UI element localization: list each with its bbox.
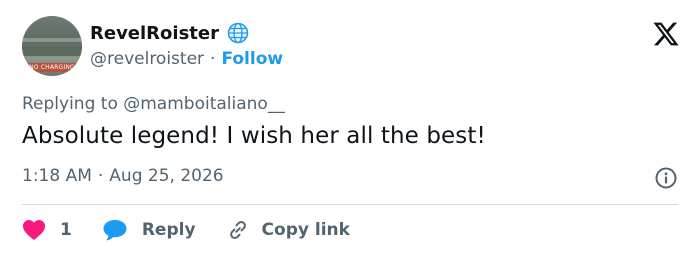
timestamp-separator: · xyxy=(97,166,104,186)
tweet-embed-card: NO CHARGING RevelRoister @revelroister ·… xyxy=(0,0,700,256)
divider xyxy=(22,204,678,205)
avatar-decor xyxy=(22,38,82,42)
author-handle[interactable]: @revelroister xyxy=(90,49,204,69)
author-handle-row: @revelroister · Follow xyxy=(90,48,283,70)
x-logo-icon[interactable] xyxy=(652,20,680,48)
link-icon xyxy=(226,218,250,242)
author-name-row: RevelRoister xyxy=(90,20,249,46)
like-count: 1 xyxy=(60,220,72,240)
handle-separator: · xyxy=(210,49,216,69)
avatar-sign: NO CHARGING xyxy=(28,63,76,72)
info-icon[interactable] xyxy=(654,166,678,190)
avatar-decor xyxy=(22,46,82,56)
replying-to-prefix: Replying to xyxy=(22,94,118,114)
like-button[interactable]: 1 xyxy=(22,219,72,241)
follow-button[interactable]: Follow xyxy=(221,49,283,69)
replying-to-handle[interactable]: @mamboitaliano__ xyxy=(123,94,285,114)
avatar[interactable]: NO CHARGING xyxy=(22,16,82,76)
tweet-text: Absolute legend! I wish her all the best… xyxy=(22,123,486,149)
reply-label: Reply xyxy=(141,220,196,240)
globe-icon xyxy=(227,22,249,44)
copy-link-label: Copy link xyxy=(261,220,350,240)
heart-icon xyxy=(22,219,46,241)
tweet-timestamp[interactable]: 1:18 AM · Aug 25, 2026 xyxy=(22,166,224,186)
tweet-actions: 1 Reply Copy link xyxy=(22,214,350,246)
tweet-time[interactable]: 1:18 AM xyxy=(22,166,92,186)
replying-to: Replying to @mamboitaliano__ xyxy=(22,94,285,114)
speech-bubble-icon xyxy=(102,218,128,242)
tweet-date[interactable]: Aug 25, 2026 xyxy=(109,166,223,186)
reply-button[interactable]: Reply xyxy=(102,218,196,242)
author-name[interactable]: RevelRoister xyxy=(90,23,219,44)
copy-link-button[interactable]: Copy link xyxy=(226,218,350,242)
